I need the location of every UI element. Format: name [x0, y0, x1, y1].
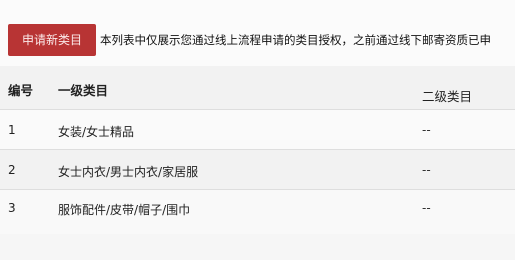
row-level1-category: 女装/女士精品 — [58, 125, 135, 139]
table-row: 2 女士内衣/男士内衣/家居服 -- — [0, 150, 515, 190]
row-level2-category: -- — [422, 163, 431, 177]
row-number: 3 — [8, 201, 16, 215]
table-row: 3 服饰配件/皮带/帽子/围巾 -- — [0, 190, 515, 234]
header-number: 编号 — [8, 83, 34, 98]
apply-new-category-button[interactable]: 申请新类目 — [8, 24, 96, 56]
table-row: 1 女装/女士精品 -- — [0, 110, 515, 150]
header-level1-category: 一级类目 — [58, 83, 109, 98]
row-level2-category: -- — [422, 201, 431, 215]
row-number: 1 — [8, 123, 16, 137]
category-table: 编号 一级类目 二级类目 1 女装/女士精品 -- 2 女士内衣/男士内衣/家居… — [0, 66, 515, 260]
header-level2-category: 二级类目 — [422, 89, 473, 104]
notice-text: 本列表中仅展示您通过线上流程申请的类目授权，之前通过线下邮寄资质已申 — [100, 33, 491, 47]
row-level2-category: -- — [422, 123, 431, 137]
row-level1-category: 女士内衣/男士内衣/家居服 — [58, 165, 199, 179]
row-level1-category: 服饰配件/皮带/帽子/围巾 — [58, 203, 191, 217]
toolbar: 申请新类目 本列表中仅展示您通过线上流程申请的类目授权，之前通过线下邮寄资质已申 — [0, 0, 515, 66]
category-authorization-page: 申请新类目 本列表中仅展示您通过线上流程申请的类目授权，之前通过线下邮寄资质已申… — [0, 0, 515, 260]
row-number: 2 — [8, 163, 16, 177]
table-header-row: 编号 一级类目 二级类目 — [0, 66, 515, 110]
